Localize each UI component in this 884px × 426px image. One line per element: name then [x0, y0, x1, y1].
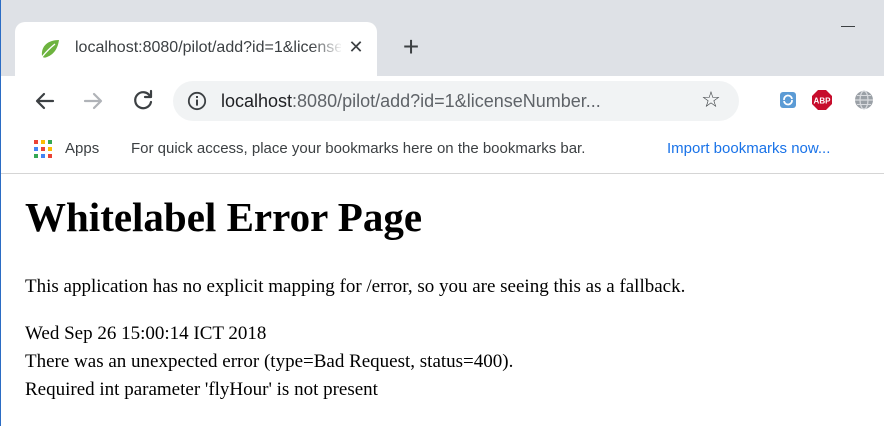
bookmarks-bar: Apps For quick access, place your bookma…	[1, 126, 884, 174]
import-bookmarks-link[interactable]: Import bookmarks now...	[667, 139, 830, 159]
back-arrow-icon[interactable]	[29, 85, 61, 117]
close-tab-icon[interactable]: ✕	[345, 37, 367, 59]
page-content: Whitelabel Error Page This application h…	[1, 175, 884, 426]
error-detail: Required int parameter 'flyHour' is not …	[25, 379, 378, 400]
error-status: There was an unexpected error (type=Bad …	[25, 351, 514, 372]
new-tab-button[interactable]: +	[397, 33, 425, 62]
site-info-icon[interactable]	[187, 91, 207, 111]
reload-icon[interactable]	[127, 85, 159, 117]
abp-label: ABP	[814, 97, 832, 106]
minimize-button[interactable]	[837, 20, 859, 34]
url-path: :8080/pilot/add?id=1&licenseNumber...	[292, 91, 601, 111]
tab-title: localhost:8080/pilot/add?id=1&licenseNum…	[75, 39, 341, 56]
tab-title-fade	[311, 36, 343, 60]
tab-strip: localhost:8080/pilot/add?id=1&licenseNum…	[1, 0, 884, 76]
spring-leaf-icon	[41, 40, 59, 58]
forward-arrow-icon[interactable]	[77, 85, 109, 117]
apps-shortcut[interactable]: Apps	[65, 139, 99, 159]
error-timestamp: Wed Sep 26 15:00:14 ICT 2018	[25, 323, 267, 344]
url-host: localhost	[221, 91, 293, 111]
address-bar[interactable]: localhost:8080/pilot/add?id=1&licenseNum…	[173, 81, 739, 121]
url-text: localhost:8080/pilot/add?id=1&licenseNum…	[221, 90, 601, 112]
minimize-icon	[841, 26, 855, 27]
page-title: Whitelabel Error Page	[25, 194, 423, 240]
browser-toolbar: localhost:8080/pilot/add?id=1&licenseNum…	[1, 76, 884, 126]
bookmark-star-icon[interactable]: ☆	[699, 89, 723, 113]
error-description: This application has no explicit mapping…	[25, 276, 686, 297]
sync-extension-icon[interactable]	[777, 89, 799, 111]
globe-extension-icon[interactable]	[853, 89, 875, 111]
adblock-plus-icon[interactable]: ABP	[811, 89, 833, 111]
browser-tab[interactable]: localhost:8080/pilot/add?id=1&licenseNum…	[15, 22, 377, 76]
apps-grid-icon[interactable]	[34, 140, 52, 158]
browser-window: localhost:8080/pilot/add?id=1&licenseNum…	[0, 0, 884, 426]
bookmarks-hint: For quick access, place your bookmarks h…	[131, 140, 586, 157]
